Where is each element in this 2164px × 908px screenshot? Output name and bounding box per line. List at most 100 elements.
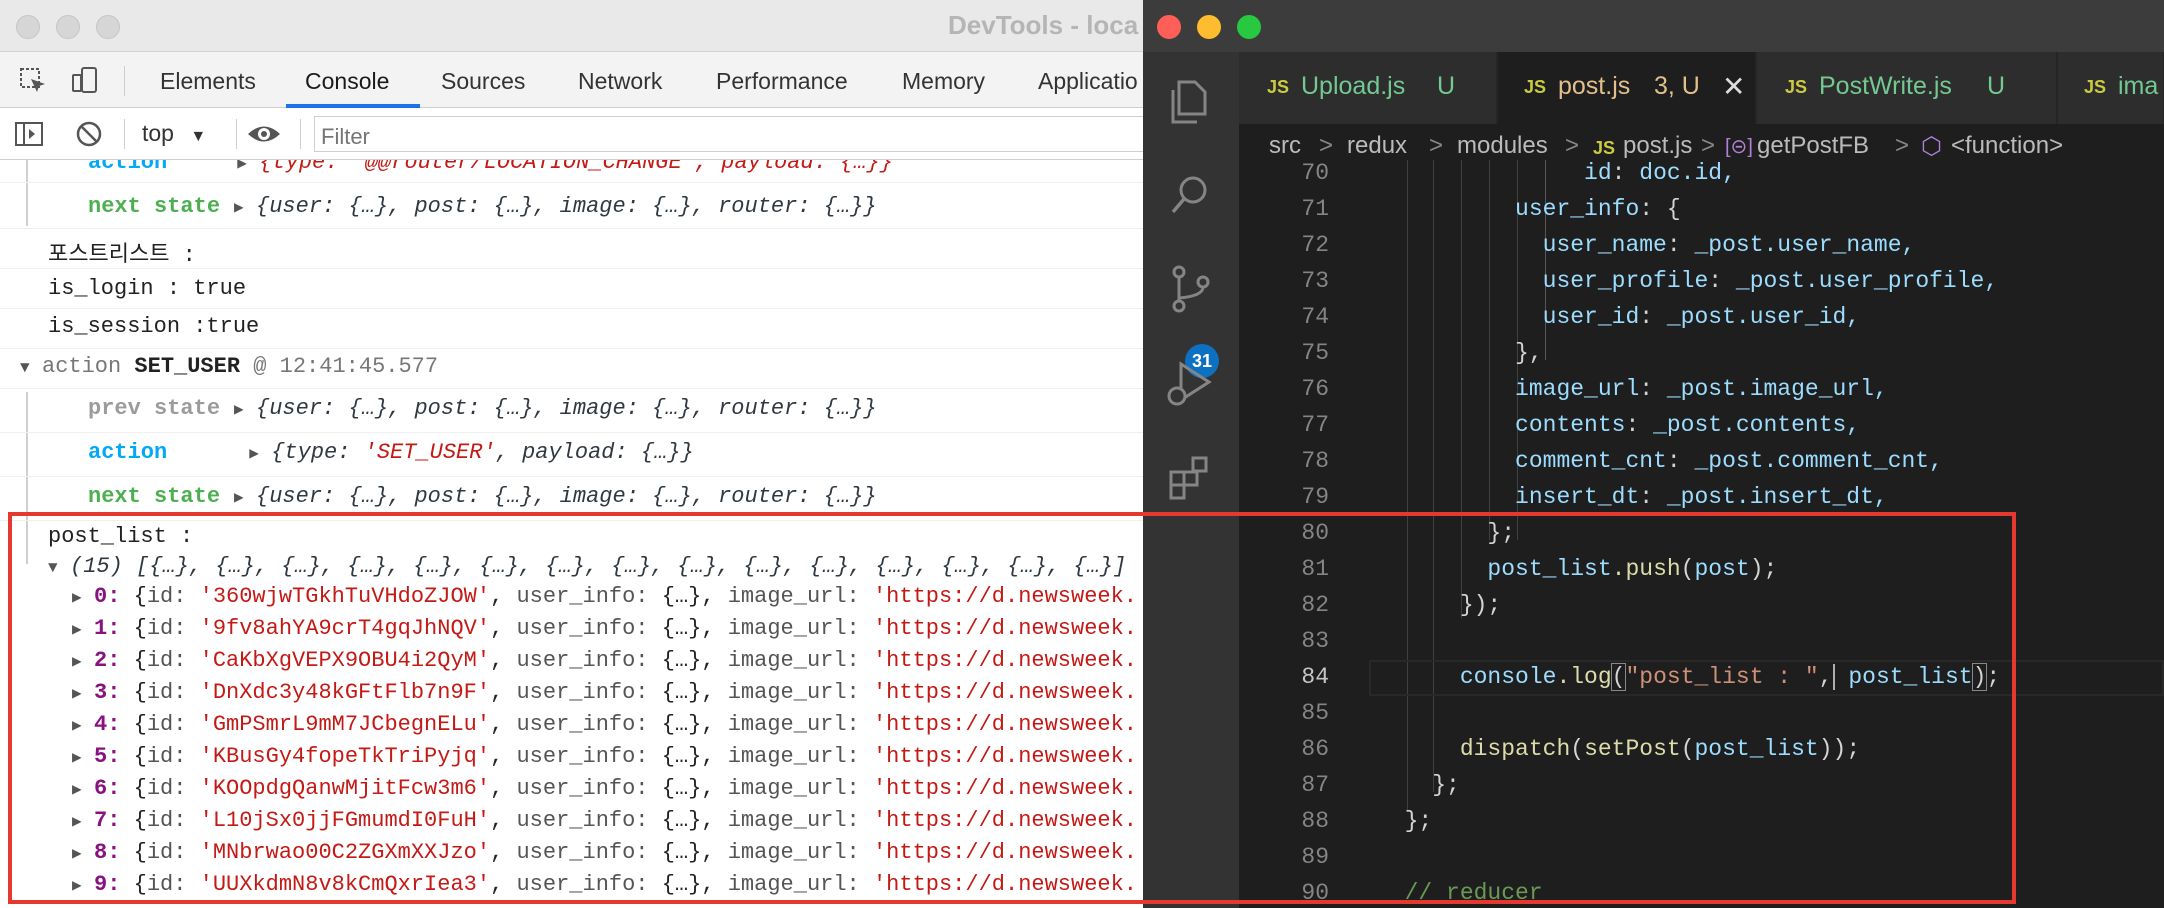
array-summary[interactable]: ▼ (15) [{…}, {…}, {…}, {…}, {…}, {…}, {…}… (48, 554, 1126, 579)
expand-triangle-icon[interactable]: ▶ (234, 197, 256, 217)
log-object-preview[interactable]: {user: {…}, post: {…}, image: {…}, route… (256, 194, 877, 219)
tabbar-separator (124, 66, 125, 96)
tab-filename: ima (2118, 72, 2159, 100)
tab-post-js[interactable]: JS post.js 3, U ✕ (1498, 52, 1756, 124)
code-token: _post (1666, 304, 1736, 330)
tab-memory[interactable]: Memory (902, 68, 985, 95)
collapse-triangle-icon[interactable]: ▼ (48, 559, 70, 577)
array-index: 0: (94, 584, 121, 609)
tab-network[interactable]: Network (578, 68, 662, 95)
zoom-window-button[interactable] (1237, 15, 1261, 39)
code-token: }, (1515, 340, 1543, 366)
array-item-row[interactable]: ▶ 1: {id: '9fv8ahYA9crT4gqJhNQV', user_in… (72, 616, 1137, 641)
clear-console-icon[interactable] (74, 119, 104, 149)
row-divider (0, 268, 1150, 269)
source-control-icon[interactable] (1165, 264, 1217, 316)
expand-triangle-icon[interactable]: ▶ (72, 875, 94, 895)
code-editor[interactable]: 70 71 72 73 74 75 76 77 78 79 80 81 82 83 84 85 86 87 88 89… (1239, 160, 2164, 908)
log-object-preview[interactable]: {user: {…}, post: {…}, image: {…}, route… (256, 484, 877, 509)
tab-elements[interactable]: Elements (160, 68, 256, 95)
tab-console[interactable]: Console (305, 68, 389, 95)
code-token: "post_list : " (1625, 664, 1819, 690)
minimize-window-button[interactable] (56, 15, 80, 39)
breadcrumb-item[interactable]: modules (1457, 132, 1548, 160)
run-debug-icon[interactable] (1165, 358, 1217, 410)
expand-triangle-icon[interactable]: ▶ (72, 715, 94, 735)
close-icon[interactable]: ✕ (1722, 70, 1745, 103)
console-log-line: is_login : true (48, 276, 247, 301)
close-window-button[interactable] (1157, 15, 1181, 39)
expand-triangle-icon[interactable]: ▶ (249, 443, 271, 463)
expand-triangle-icon[interactable]: ▶ (72, 651, 94, 671)
tab-postwrite-js[interactable]: JS PostWrite.js U (1757, 52, 2057, 124)
expand-triangle-icon[interactable]: ▶ (72, 747, 94, 767)
item-id: '360wjwTGkhTuVHdoZJOW' (199, 584, 491, 609)
array-preview: [{…}, {…}, {…}, {…}, {…}, {…}, {…}, {…},… (136, 554, 1127, 579)
array-item-row[interactable]: ▶ 8: {id: 'MNbrwao00C2ZGXmXXJzo', user_in… (72, 840, 1137, 865)
console-filter-input[interactable] (314, 116, 1144, 152)
breadcrumb-separator: > (1701, 132, 1716, 159)
breadcrumb-item[interactable]: src (1269, 132, 1301, 160)
expand-triangle-icon[interactable]: ▶ (72, 811, 94, 831)
log-object-preview[interactable]: {type: 'SET_USER', payload: {…}} (271, 440, 694, 465)
context-selector[interactable]: top ▼ (142, 120, 206, 147)
console-group-header[interactable]: ▼ action SET_USER @ 12:41:45.577 (20, 354, 438, 379)
row-divider (0, 182, 1150, 183)
expand-triangle-icon[interactable]: ▶ (237, 160, 259, 173)
item-id: 'KBusGy4fopeTkTriPyjq' (199, 744, 491, 769)
expand-triangle-icon[interactable]: ▶ (72, 683, 94, 703)
tab-application[interactable]: Applicatio (1038, 68, 1138, 95)
explorer-files-icon[interactable] (1165, 76, 1217, 128)
expand-triangle-icon[interactable]: ▶ (72, 843, 94, 863)
code-token: }; (1487, 520, 1516, 546)
log-object-preview[interactable]: {type: '@@router/LOCATION_CHANGE', paylo… (259, 160, 893, 175)
expand-triangle-icon[interactable]: ▶ (72, 779, 94, 799)
expand-triangle-icon[interactable]: ▶ (234, 487, 256, 507)
array-index: 4: (94, 712, 121, 737)
close-window-button[interactable] (16, 15, 40, 39)
item-key: user_info: (516, 680, 649, 705)
tab-performance[interactable]: Performance (716, 68, 848, 95)
array-item-row[interactable]: ▶ 4: {id: 'GmPSmrL9mM7JCbegnELu', user_in… (72, 712, 1137, 737)
minimize-window-button[interactable] (1197, 15, 1221, 39)
device-toolbar-icon[interactable] (70, 66, 100, 96)
row-divider (0, 228, 1150, 229)
extensions-icon[interactable] (1165, 452, 1217, 504)
item-key: image_url: (727, 680, 860, 705)
tab-image-js[interactable]: JS ima (2058, 52, 2164, 124)
object-string: 'SET_USER' (363, 440, 496, 465)
live-expression-eye-icon[interactable] (246, 119, 282, 149)
tab-sources[interactable]: Sources (441, 68, 525, 95)
line-number: 89 (1301, 844, 1329, 870)
collapse-triangle-icon[interactable]: ▼ (20, 359, 42, 377)
inspect-element-icon[interactable] (18, 66, 48, 96)
sidebar-toggle-icon[interactable] (14, 119, 44, 149)
code-line: image_url: _post.image_url, (1515, 376, 1888, 402)
toolbar-separator (300, 119, 301, 149)
array-item-row[interactable]: ▶ 2: {id: 'CaKbXgVEPX9OBU4i2QyM', user_in… (72, 648, 1137, 673)
array-item-row[interactable]: ▶ 9: {id: 'UUXkdmN8v8kCmQxrIea3', user_in… (72, 872, 1137, 897)
object-text: {type: (271, 440, 364, 465)
item-image-url: 'https://d.newsweek. (872, 744, 1138, 769)
code-token: .comment_cnt, (1763, 448, 1943, 474)
log-object-preview[interactable]: {user: {…}, post: {…}, image: {…}, route… (256, 396, 877, 421)
code-token: )); (1818, 736, 1861, 762)
breadcrumb-item[interactable]: post.js (1623, 132, 1692, 160)
array-index: 6: (94, 776, 121, 801)
expand-triangle-icon[interactable]: ▶ (72, 619, 94, 639)
code-token: }; (1404, 808, 1433, 834)
breadcrumb-item[interactable]: getPostFB (1757, 132, 1869, 160)
array-item-row[interactable]: ▶ 0: {id: '360wjwTGkhTuVHdoZJOW', user_in… (72, 584, 1137, 609)
search-icon[interactable] (1165, 170, 1217, 222)
breadcrumb-item[interactable]: redux (1347, 132, 1407, 160)
group-action-name: SET_USER (134, 354, 241, 379)
expand-triangle-icon[interactable]: ▶ (72, 587, 94, 607)
array-item-row[interactable]: ▶ 5: {id: 'KBusGy4fopeTkTriPyjq', user_in… (72, 744, 1137, 769)
array-item-row[interactable]: ▶ 7: {id: 'L10jSx0jjFGmumdI0FuH', user_in… (72, 808, 1137, 833)
expand-triangle-icon[interactable]: ▶ (234, 399, 256, 419)
zoom-window-button[interactable] (96, 15, 120, 39)
tab-upload-js[interactable]: JS Upload.js U (1239, 52, 1497, 124)
breadcrumb-item[interactable]: <function> (1951, 132, 2063, 160)
array-item-row[interactable]: ▶ 3: {id: 'DnXdc3y48kGFtFlb7n9F', user_in… (72, 680, 1137, 705)
array-item-row[interactable]: ▶ 6: {id: 'KOOpdgQanwMjitFcw3m6', user_in… (72, 776, 1137, 801)
